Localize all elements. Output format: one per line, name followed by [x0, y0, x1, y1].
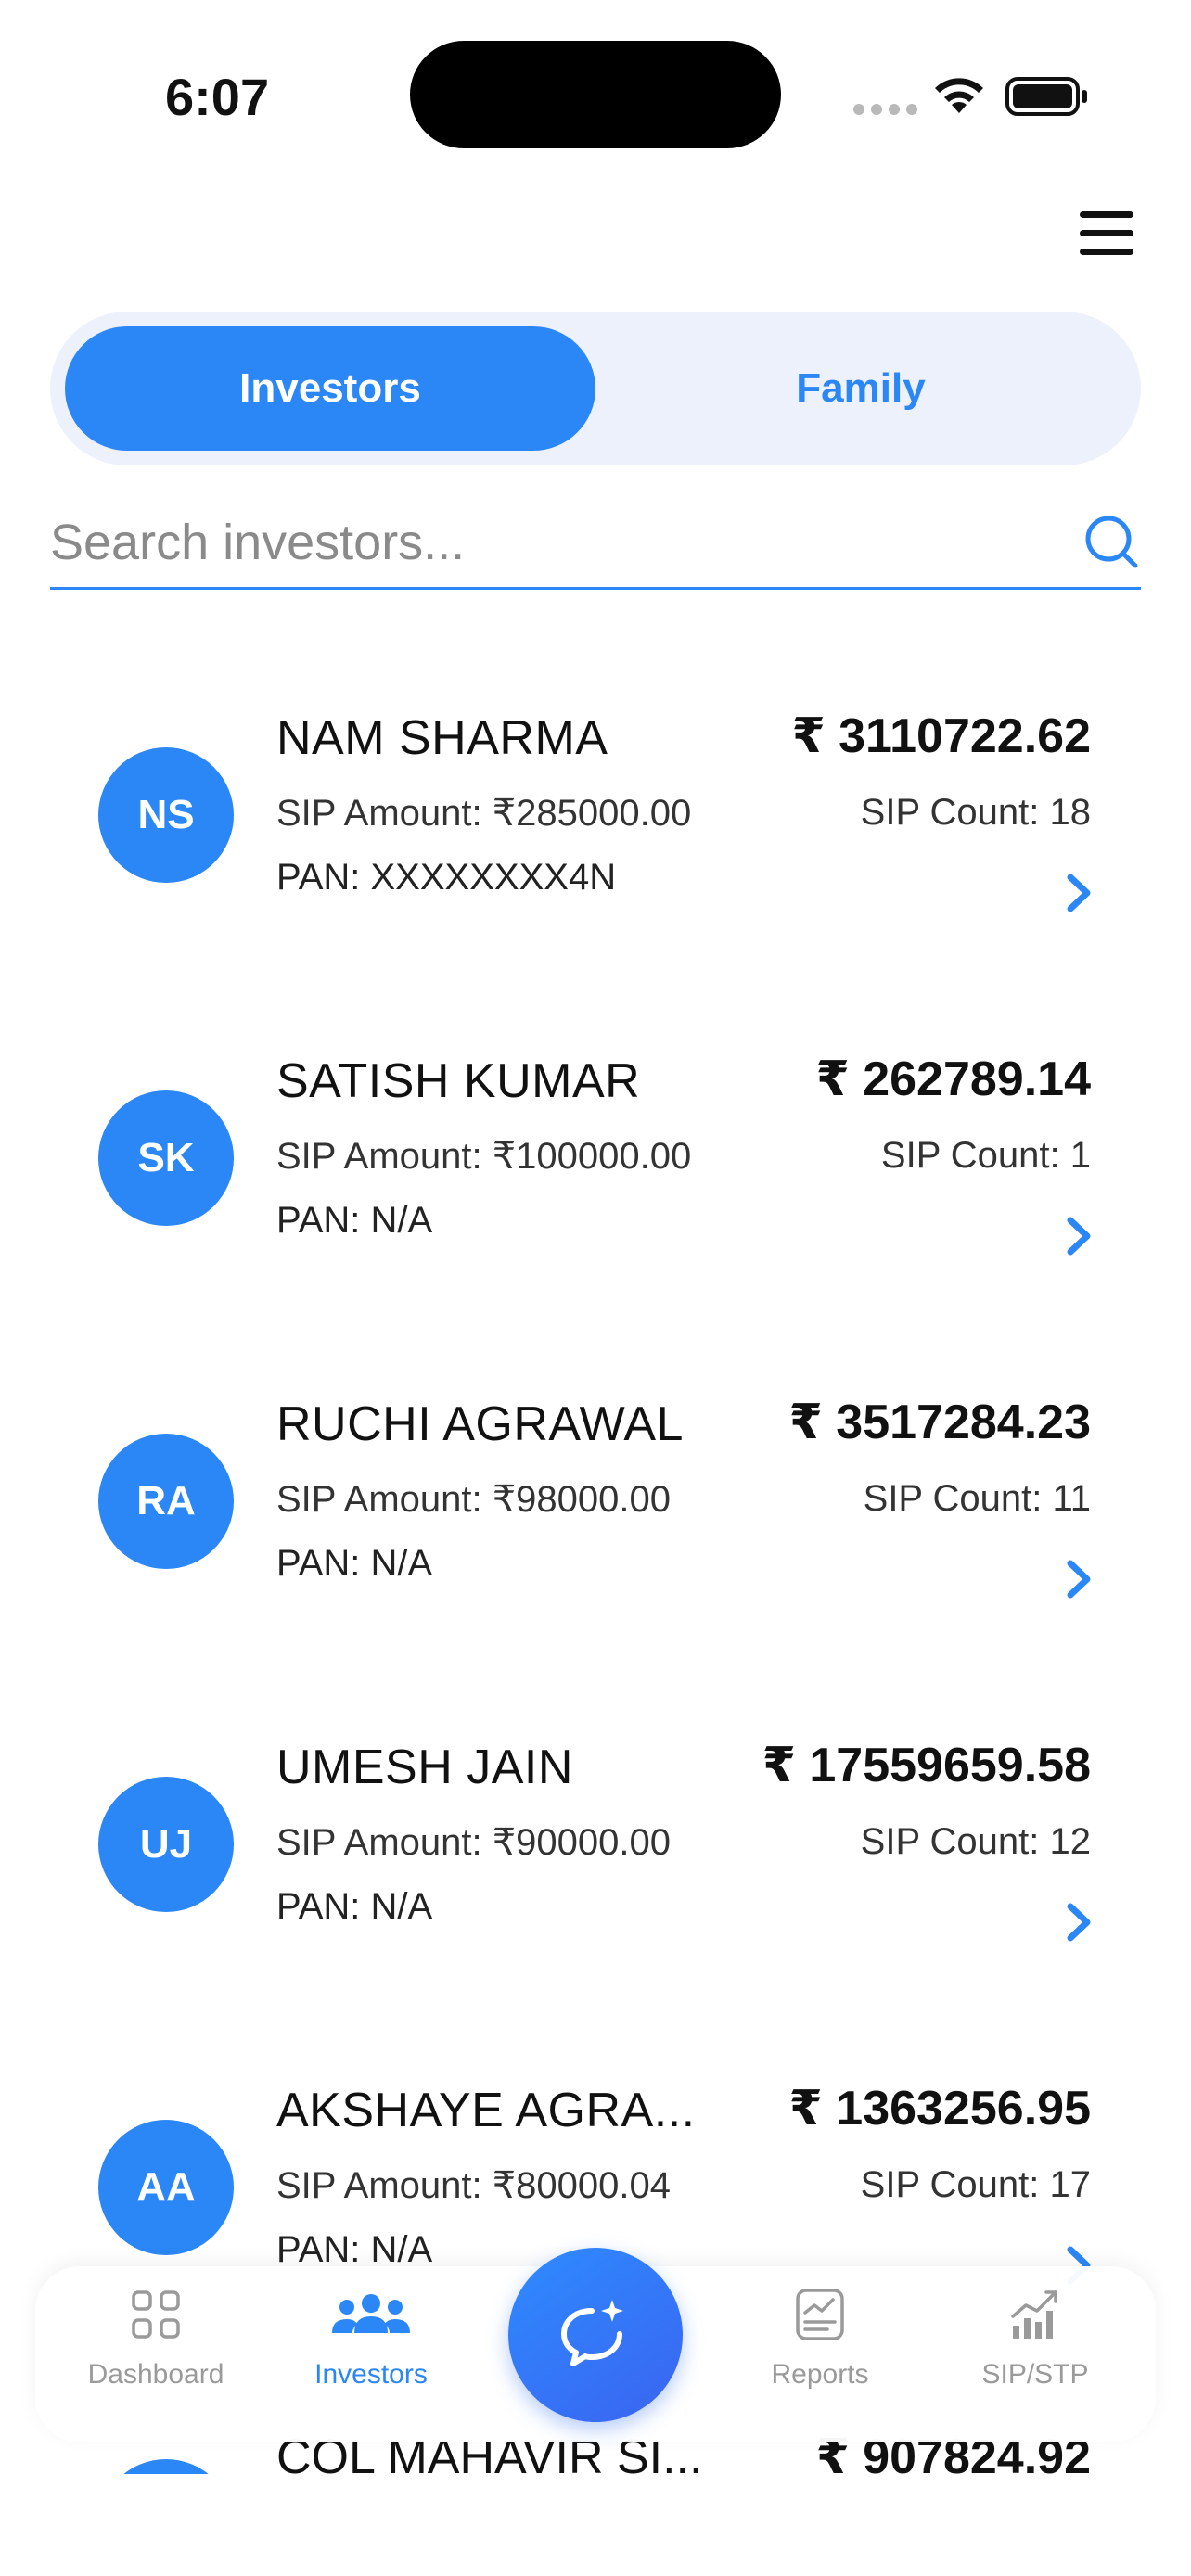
- sip-count: SIP Count: 18: [860, 792, 1091, 833]
- dynamic-island: [410, 41, 781, 148]
- sip-count: SIP Count: 11: [863, 1478, 1091, 1519]
- pan-number: PAN: N/A: [276, 1543, 433, 1584]
- menu-icon-line: [1080, 249, 1133, 255]
- sip-count: SIP Count: 1: [880, 1135, 1091, 1176]
- sip-amount: SIP Amount: ₹90000.00: [276, 1822, 672, 1863]
- nav-label: Investors: [314, 2359, 428, 2390]
- chat-sparkle-icon: [561, 2300, 623, 2366]
- status-time: 6:07: [165, 68, 270, 126]
- nav-label: SIP/STP: [981, 2359, 1089, 2390]
- users-group-icon: [332, 2294, 410, 2333]
- chevron-right-icon[interactable]: [1063, 1901, 1095, 1944]
- tab-family[interactable]: Family: [596, 326, 1126, 451]
- investor-name: SATISH KUMAR: [276, 1054, 641, 1108]
- menu-button[interactable]: [1080, 211, 1133, 258]
- battery-icon: [1005, 77, 1087, 116]
- nav-dashboard[interactable]: Dashboard: [54, 2285, 258, 2424]
- pan-number: PAN: XXXXXXXX4N: [276, 857, 617, 898]
- portfolio-value: ₹ 262789.14: [815, 1052, 1091, 1106]
- investor-row[interactable]: SK SATISH KUMAR SIP Amount: ₹100000.00 P…: [0, 1029, 1191, 1372]
- portfolio-value: ₹ 3110722.62: [791, 709, 1092, 763]
- avatar: AA: [98, 2120, 234, 2255]
- investor-row[interactable]: RA RUCHI AGRAWAL SIP Amount: ₹98000.00 P…: [0, 1372, 1191, 1715]
- search-input[interactable]: [50, 501, 1052, 584]
- investor-list: NS NAM SHARMA SIP Amount: ₹285000.00 PAN…: [0, 686, 1191, 2402]
- tab-investors[interactable]: Investors: [65, 326, 596, 451]
- investor-family-toggle: Investors Family: [50, 312, 1141, 465]
- investor-name: AKSHAYE AGRA...: [276, 2084, 696, 2137]
- investor-name: RUCHI AGRAWAL: [276, 1397, 684, 1451]
- screen-bottom-area: [0, 2474, 1191, 2576]
- cellular-signal-icon: [853, 104, 917, 115]
- chevron-right-icon[interactable]: [1063, 1215, 1095, 1257]
- investor-row[interactable]: NS NAM SHARMA SIP Amount: ₹285000.00 PAN…: [0, 686, 1191, 1029]
- sip-count: SIP Count: 12: [860, 1821, 1091, 1862]
- sip-amount: SIP Amount: ₹285000.00: [276, 793, 692, 834]
- avatar: RA: [98, 1434, 234, 1569]
- nav-investors[interactable]: Investors: [269, 2285, 473, 2424]
- avatar: NS: [98, 747, 234, 883]
- reports-icon: [796, 2289, 844, 2340]
- menu-icon-line: [1080, 230, 1133, 236]
- chevron-right-icon[interactable]: [1063, 1558, 1095, 1600]
- pan-number: PAN: N/A: [276, 2229, 433, 2270]
- sip-amount: SIP Amount: ₹80000.04: [276, 2165, 672, 2206]
- portfolio-value: ₹ 3517284.23: [788, 1396, 1091, 1449]
- chevron-right-icon[interactable]: [1063, 872, 1095, 914]
- pan-number: PAN: N/A: [276, 1200, 433, 1241]
- search-icon[interactable]: [1082, 512, 1141, 571]
- ai-chat-button[interactable]: [508, 2248, 683, 2422]
- nav-reports[interactable]: Reports: [718, 2285, 922, 2424]
- menu-icon-line: [1080, 211, 1133, 218]
- portfolio-value: ₹ 1363256.95: [788, 2082, 1091, 2136]
- wifi-icon: [935, 78, 983, 113]
- investor-name: NAM SHARMA: [276, 711, 608, 765]
- sip-amount: SIP Amount: ₹98000.00: [276, 1479, 672, 1520]
- avatar: UJ: [98, 1777, 234, 1912]
- nav-sip-stp[interactable]: SIP/STP: [933, 2285, 1137, 2424]
- nav-label: Reports: [771, 2359, 869, 2390]
- dashboard-grid-icon: [132, 2290, 180, 2339]
- pan-number: PAN: N/A: [276, 1886, 433, 1927]
- search-bar: [50, 501, 1141, 590]
- sip-count: SIP Count: 17: [860, 2164, 1091, 2205]
- growth-chart-icon: [1011, 2290, 1057, 2339]
- investors-screen: 6:07 Investors Family NS NAM SHARMA SIP: [0, 0, 1191, 2576]
- portfolio-value: ₹ 17559659.58: [762, 1739, 1091, 1792]
- investor-row[interactable]: UJ UMESH JAIN SIP Amount: ₹90000.00 PAN:…: [0, 1715, 1191, 2059]
- nav-label: Dashboard: [87, 2359, 224, 2390]
- sip-amount: SIP Amount: ₹100000.00: [276, 1136, 692, 1177]
- investor-name: UMESH JAIN: [276, 1741, 573, 1794]
- avatar: SK: [98, 1090, 234, 1226]
